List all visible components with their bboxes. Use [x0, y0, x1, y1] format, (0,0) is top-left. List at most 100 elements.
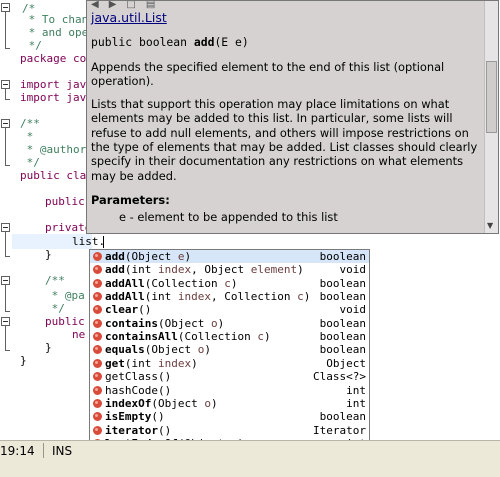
completion-return-type: void [339, 303, 367, 317]
completion-item[interactable]: get(int index) Object [90, 357, 369, 370]
javadoc-class-link[interactable]: java.util.List [91, 10, 167, 25]
code-line: import java [20, 78, 93, 91]
fold-end [5, 256, 10, 257]
fold-toggle[interactable] [1, 317, 10, 326]
fold-line [5, 12, 6, 49]
method-icon [93, 305, 102, 315]
text-caret [103, 236, 104, 248]
status-divider [43, 443, 44, 458]
completion-return-type: boolean [319, 276, 366, 290]
signature-name: add [193, 35, 215, 50]
signature-prefix: public boolean [91, 35, 194, 50]
open-in-browser-icon[interactable]: □ [126, 1, 135, 10]
method-signature: public boolean add(E e) [91, 35, 482, 49]
code-line: public [45, 315, 85, 328]
status-bar: 19:14 INS [0, 440, 500, 477]
completion-item[interactable]: iterator() Iterator [90, 424, 369, 437]
completion-signature: isEmpty() [105, 410, 165, 424]
code-line: package co [20, 52, 87, 65]
scroll-down-arrow-icon[interactable]: ▼ [487, 221, 493, 230]
javadoc-toolbar: ◀ ▶ □ ▤ [91, 1, 155, 10]
fold-toggle[interactable] [1, 276, 10, 285]
fold-end [5, 350, 10, 351]
completion-item[interactable]: isEmpty() boolean [90, 410, 369, 423]
code-line: */ [20, 156, 40, 169]
completion-signature: addAll(Collection c) [105, 276, 238, 290]
completion-signature: contains(Object o) [105, 316, 225, 330]
completion-return-type: boolean [319, 290, 366, 304]
code-line: } [45, 341, 52, 354]
completion-item[interactable]: clear() void [90, 303, 369, 316]
code-line: * [20, 130, 34, 143]
completion-item[interactable]: add(Object e) boolean [90, 250, 369, 264]
completion-item[interactable]: addAll(int index, Collection c) boolean [90, 290, 369, 303]
completion-item[interactable]: add(int index, Object element) void [90, 263, 369, 276]
method-icon [93, 358, 102, 368]
completion-item[interactable]: getClass() Class<?> [90, 370, 369, 383]
fold-line [5, 128, 6, 165]
code-line: private [45, 221, 92, 234]
method-icon [93, 265, 102, 275]
javadoc-content: java.util.List public boolean add(E e) A… [91, 10, 482, 233]
parameter-description: e - element to be appended to this list [119, 210, 338, 225]
completion-signature: addAll(int index, Collection c) [105, 290, 311, 304]
method-icon [93, 412, 102, 422]
completion-signature: equals(Object o) [105, 343, 211, 357]
fold-toggle[interactable] [1, 3, 10, 12]
completion-return-type: boolean [319, 250, 366, 263]
completion-signature: getClass() [105, 370, 172, 384]
fold-line [5, 326, 6, 350]
method-icon [93, 332, 102, 342]
forward-arrow-icon[interactable]: ▶ [109, 1, 117, 10]
code-line: */ [45, 302, 65, 315]
method-icon [93, 385, 102, 395]
javadoc-popup[interactable]: ◀ ▶ □ ▤ java.util.List public boolean ad… [86, 0, 499, 234]
completion-signature: containsAll(Collection c) [105, 330, 271, 344]
code-line: } [20, 354, 27, 367]
code-line: ne [72, 328, 86, 341]
scrollbar-thumb[interactable] [486, 61, 497, 133]
signature-suffix: (E e) [214, 35, 249, 50]
completion-item[interactable]: addAll(Collection c) boolean [90, 277, 369, 290]
code-line: /** [45, 274, 65, 287]
completion-return-type: boolean [319, 410, 366, 424]
fold-line [5, 232, 6, 256]
fold-toggle[interactable] [1, 80, 10, 89]
completion-signature: clear() [105, 303, 152, 317]
method-icon [93, 278, 102, 288]
method-icon [93, 345, 102, 355]
code-line: list. [72, 235, 106, 248]
code-line: import java [20, 91, 93, 104]
method-icon [93, 372, 102, 382]
method-icon [93, 425, 102, 435]
completion-return-type: boolean [319, 316, 366, 330]
fold-toggle[interactable] [1, 119, 10, 128]
method-icon [93, 292, 102, 302]
completion-return-type: boolean [319, 343, 366, 357]
code-line: */ [22, 39, 42, 52]
completion-item[interactable]: contains(Object o) boolean [90, 317, 369, 330]
completion-return-type: void [339, 263, 367, 277]
completion-return-type: Iterator [313, 423, 366, 437]
code-line: * @author [20, 143, 87, 156]
fold-toggle[interactable] [1, 223, 10, 232]
code-line: * @pa [45, 289, 85, 302]
javadoc-scrollbar[interactable]: ▼ [484, 1, 498, 233]
code-line: /** [20, 117, 40, 130]
completion-item[interactable]: indexOf(Object o) int [90, 397, 369, 410]
completion-item[interactable]: containsAll(Collection c) boolean [90, 330, 369, 343]
code-line: public [45, 195, 85, 208]
back-arrow-icon[interactable]: ◀ [91, 1, 99, 10]
completion-signature: add(int index, Object element) [105, 263, 304, 277]
fold-end [5, 48, 10, 49]
javadoc-description-detail: Lists that support this operation may pl… [91, 97, 478, 183]
completion-return-type: Object [326, 356, 366, 370]
completion-item[interactable]: equals(Object o) boolean [90, 343, 369, 356]
open-source-icon[interactable]: ▤ [146, 1, 155, 10]
method-icon [93, 252, 102, 261]
completion-signature: indexOf(Object o) [105, 396, 218, 410]
fold-end [5, 165, 10, 166]
completion-item[interactable]: hashCode() int [90, 384, 369, 397]
insert-mode-indicator: INS [52, 444, 73, 458]
javadoc-description: Appends the specified element to the end… [91, 59, 445, 88]
